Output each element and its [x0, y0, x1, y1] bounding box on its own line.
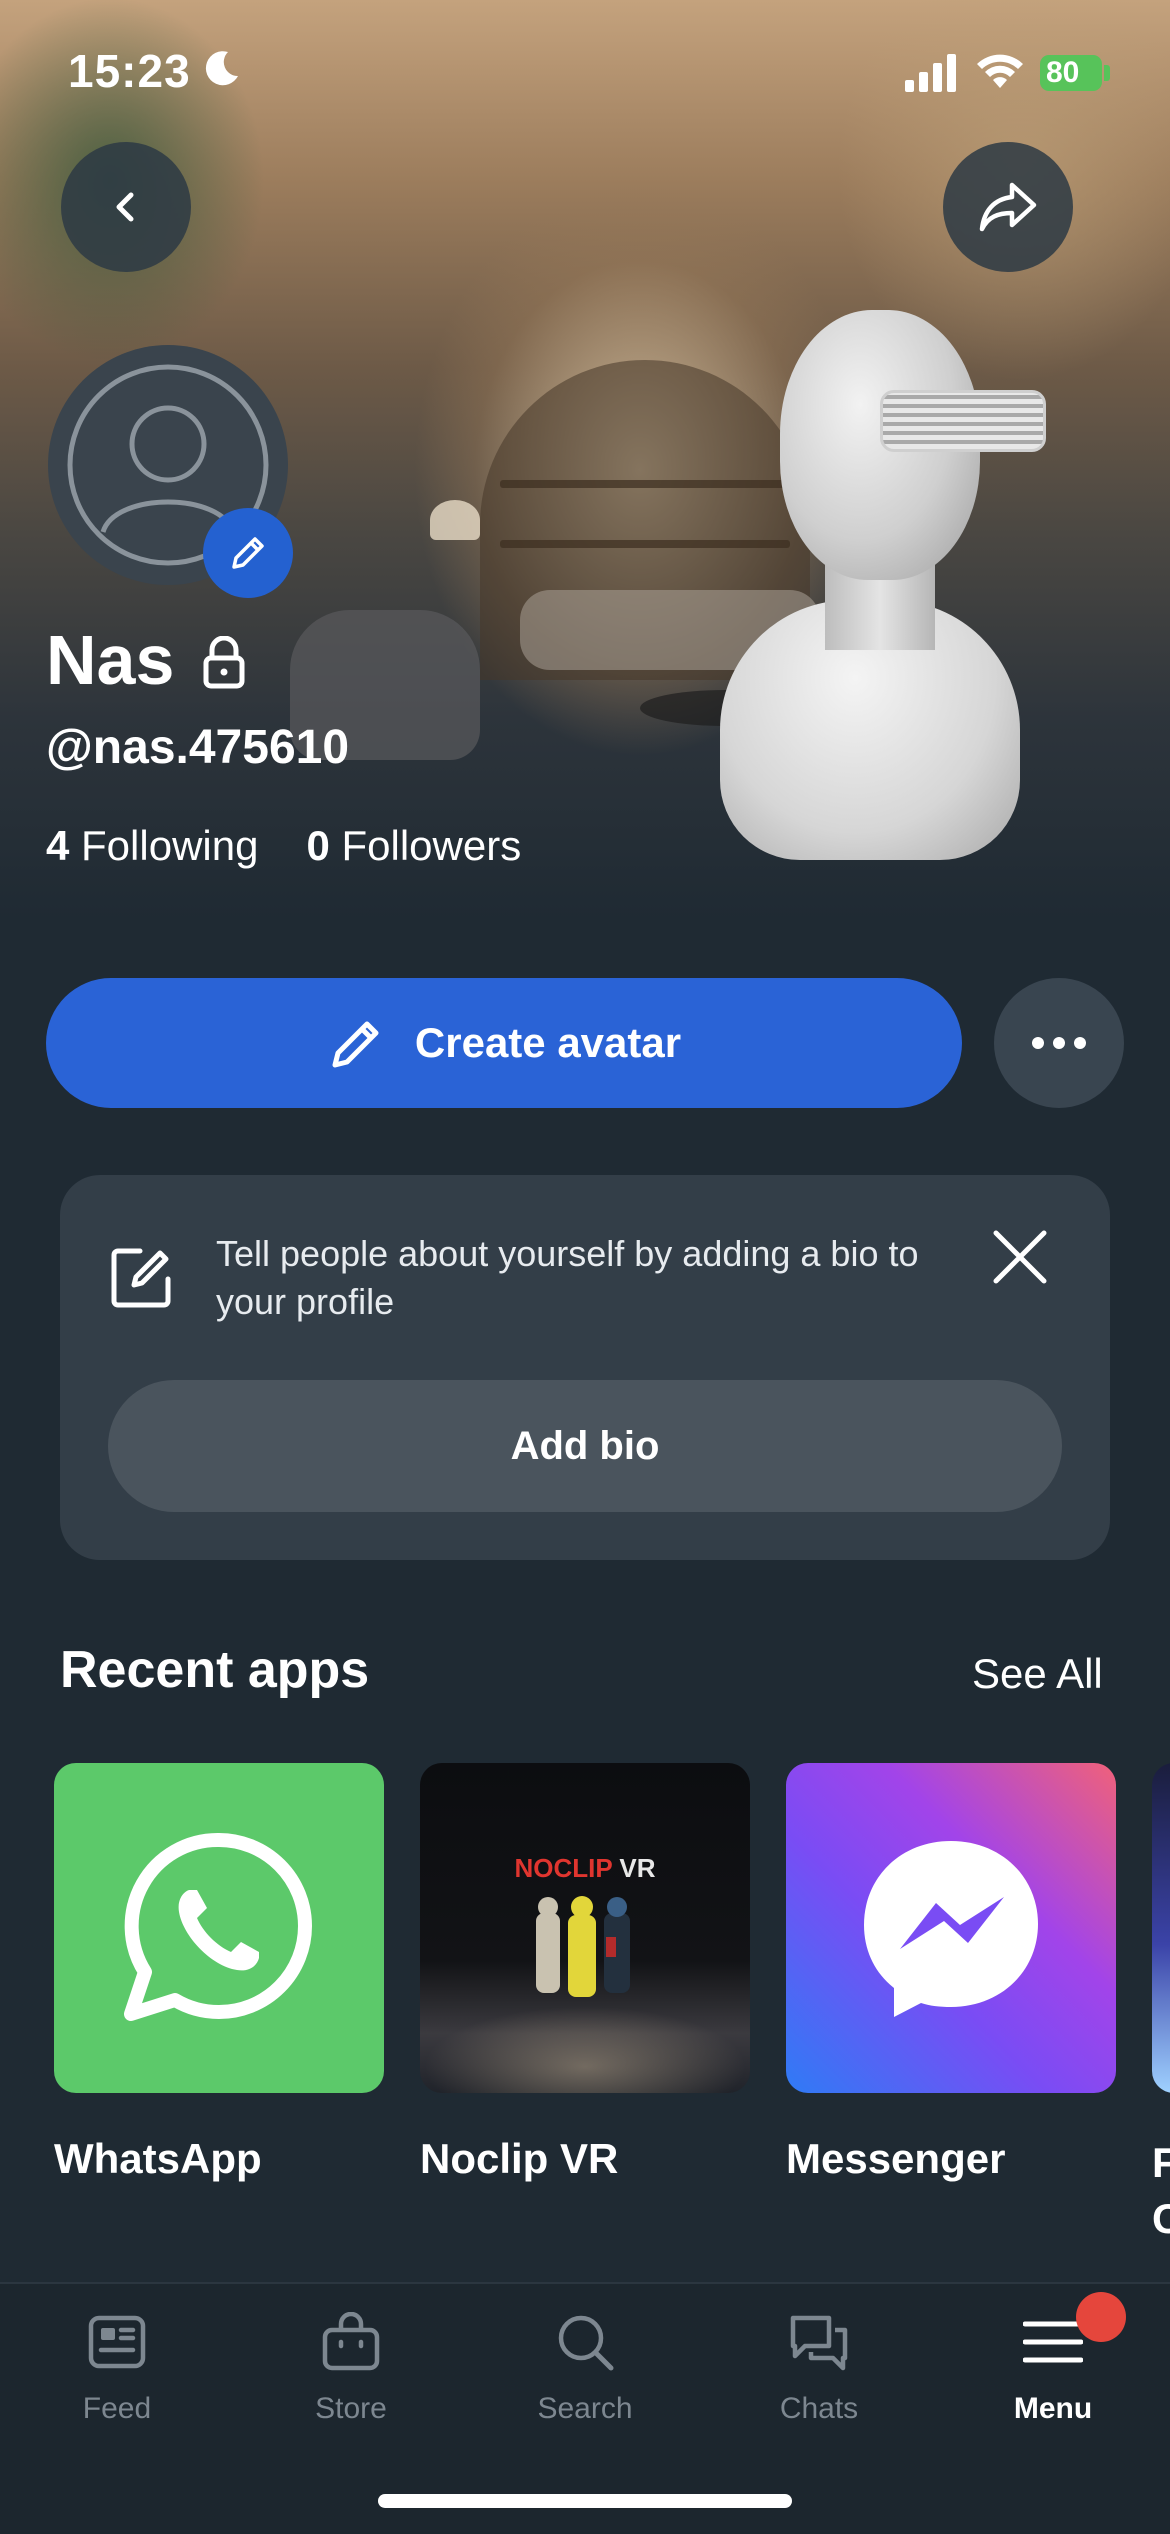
tab-store[interactable]: Store — [234, 2284, 468, 2454]
ellipsis-icon — [1032, 1037, 1086, 1049]
status-bar: 15:23 80 — [0, 0, 1170, 150]
notification-badge — [1076, 2292, 1126, 2342]
see-all-link[interactable]: See All — [972, 1650, 1103, 1698]
app-label-noclip-vr: Noclip VR — [420, 2135, 619, 2182]
store-icon — [322, 2312, 380, 2371]
bio-prompt-text: Tell people about yourself by adding a b… — [216, 1233, 919, 1322]
chevron-left-icon — [116, 192, 134, 222]
share-button[interactable] — [943, 142, 1073, 272]
lock-icon — [203, 636, 245, 689]
more-options-button[interactable] — [994, 978, 1124, 1108]
tab-menu[interactable]: Menu — [936, 2284, 1170, 2454]
app-label-messenger: Messenger — [786, 2135, 1006, 2182]
search-icon — [558, 2315, 614, 2371]
share-arrow-icon — [979, 182, 1037, 232]
tab-chats-label: Chats — [779, 2392, 859, 2425]
edit-profile-picture-button[interactable] — [203, 508, 293, 598]
app-label-partial: F C — [1152, 2139, 1170, 2242]
following-link[interactable]: 4 Following — [46, 822, 258, 869]
compose-icon — [111, 1248, 171, 1308]
feed-icon — [88, 2315, 146, 2369]
chats-icon — [790, 2315, 848, 2371]
messenger-icon — [864, 1841, 1038, 2017]
create-avatar-label: Create avatar — [414, 1019, 682, 1066]
battery-indicator: 80 — [1040, 55, 1102, 91]
close-icon[interactable] — [990, 1227, 1050, 1287]
home-indicator[interactable] — [378, 2494, 792, 2508]
tab-search[interactable]: Search — [468, 2284, 702, 2454]
tab-search-label: Search — [537, 2392, 633, 2425]
wifi-icon — [977, 54, 1023, 88]
tab-menu-label: Menu — [1013, 2392, 1093, 2425]
recent-apps-title: Recent apps — [60, 1641, 370, 1699]
tab-feed-label: Feed — [82, 2392, 152, 2425]
app-tile-messenger[interactable] — [786, 1763, 1116, 2093]
shutter-glasses — [880, 390, 1046, 452]
tab-chats[interactable]: Chats — [702, 2284, 936, 2454]
avatar-bust-preview — [720, 300, 1046, 860]
back-button[interactable] — [61, 142, 191, 272]
profile-name: Nas — [46, 621, 175, 699]
pencil-icon — [332, 1021, 379, 1068]
noclip-logo-text: NOCLIP VR — [514, 1853, 656, 1883]
app-tile-noclip-vr[interactable]: NOCLIP VR — [420, 1763, 750, 2093]
pencil-icon — [232, 537, 264, 569]
add-bio-button[interactable]: Add bio — [108, 1380, 1062, 1512]
hazmat-figures-art — [536, 1896, 630, 1997]
menu-icon — [1023, 2321, 1083, 2363]
app-tile-whatsapp[interactable] — [54, 1763, 384, 2093]
app-label-whatsapp: WhatsApp — [54, 2135, 262, 2182]
app-tile-partial[interactable] — [1152, 1763, 1170, 2093]
status-time: 15:23 — [68, 45, 191, 97]
bio-prompt-card: Tell people about yourself by adding a b… — [60, 1175, 1110, 1560]
moon-icon — [205, 51, 238, 86]
follow-stats: 4 Following 0 Followers — [46, 822, 521, 870]
cellular-signal-icon — [905, 54, 956, 92]
battery-tip — [1104, 65, 1110, 81]
cover-lamp — [430, 500, 480, 540]
tab-store-label: Store — [315, 2392, 387, 2425]
create-avatar-button[interactable]: Create avatar — [46, 978, 962, 1108]
tab-feed[interactable]: Feed — [0, 2284, 234, 2454]
followers-link[interactable]: 0 Followers — [306, 822, 521, 869]
whatsapp-icon — [124, 1832, 312, 2021]
profile-handle: @nas.475610 — [46, 721, 350, 774]
